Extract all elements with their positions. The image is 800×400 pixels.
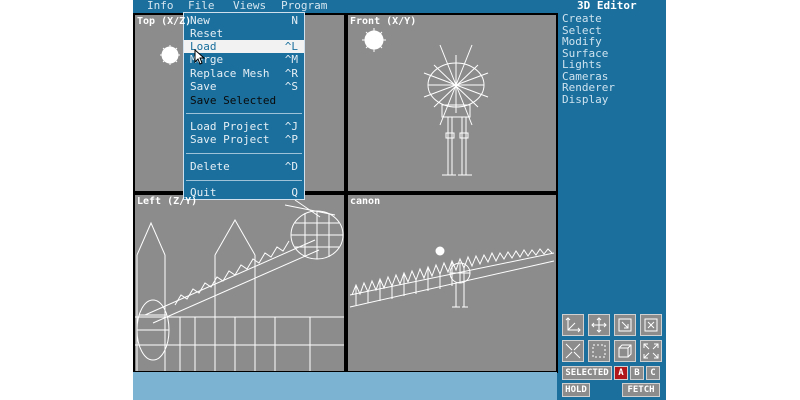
menu-item-delete[interactable]: Delete ^D <box>184 160 304 173</box>
scale-box-icon[interactable] <box>614 314 636 336</box>
status-bar <box>133 372 557 400</box>
cmd-renderer[interactable]: Renderer <box>562 82 662 94</box>
viewport-left[interactable]: Left (Z/Y) <box>133 193 346 373</box>
set-c-button[interactable]: C <box>646 366 660 380</box>
set-a-button[interactable]: A <box>614 366 628 380</box>
fetch-button[interactable]: FETCH <box>622 383 660 397</box>
axis-icon[interactable] <box>562 314 584 336</box>
rotate-box-icon[interactable] <box>640 314 662 336</box>
menu-program[interactable]: Program <box>281 0 327 12</box>
cmd-lights[interactable]: Lights <box>562 59 662 71</box>
menu-item-reset[interactable]: Reset <box>184 27 304 40</box>
front-view-wireframe <box>362 28 489 176</box>
selected-button[interactable]: SELECTED <box>562 366 612 380</box>
menu-info[interactable]: Info <box>147 0 174 12</box>
viewport-front[interactable]: Front (X/Y) <box>346 13 558 193</box>
viewport-title: Left (Z/Y) <box>137 196 198 207</box>
menu-item-load-project[interactable]: Load Project ^J <box>184 120 304 133</box>
viewport-title: Top (X/Z) <box>137 16 192 27</box>
menu-file[interactable]: File <box>188 0 215 12</box>
menu-views[interactable]: Views <box>233 0 266 12</box>
menu-separator <box>186 180 302 181</box>
viewport-title: Front (X/Y) <box>350 16 417 27</box>
cmd-display[interactable]: Display <box>562 93 662 106</box>
set-b-button[interactable]: B <box>630 366 644 380</box>
left-view-wireframe <box>135 199 344 371</box>
expand-icon[interactable] <box>640 340 662 362</box>
hold-button[interactable]: HOLD <box>562 383 590 397</box>
app-window: Info File Views Program 3D Editor Top (X… <box>133 0 666 400</box>
command-list: Create Select Modify Surface Lights Came… <box>562 13 662 105</box>
move-icon[interactable] <box>588 314 610 336</box>
cmd-create[interactable]: Create <box>562 13 662 25</box>
region-icon[interactable] <box>588 340 610 362</box>
app-title: 3D Editor <box>577 0 637 12</box>
shrink-icon[interactable] <box>562 340 584 362</box>
menu-item-replace-mesh[interactable]: Replace Mesh ^R <box>184 67 304 80</box>
viewport-title: canon <box>350 196 381 207</box>
menu-item-new[interactable]: New N <box>184 14 304 27</box>
menu-item-save-project[interactable]: Save Project ^P <box>184 133 304 146</box>
camera-view-wireframe <box>349 246 555 308</box>
mouse-cursor-icon <box>194 49 206 65</box>
menu-separator <box>186 153 302 154</box>
file-menu-dropdown: New N Reset Load ^L Merge ^M Replace Mesh ^R… <box>183 12 305 200</box>
menu-item-save-selected[interactable]: Save Selected <box>184 94 304 107</box>
cube-icon[interactable] <box>614 340 636 362</box>
cmd-modify[interactable]: Modify <box>562 36 662 48</box>
menu-item-save[interactable]: Save ^S <box>184 80 304 93</box>
viewport-camera[interactable]: canon <box>346 193 558 373</box>
menu-separator <box>186 113 302 114</box>
menu-item-quit[interactable]: Quit Q <box>184 186 304 199</box>
